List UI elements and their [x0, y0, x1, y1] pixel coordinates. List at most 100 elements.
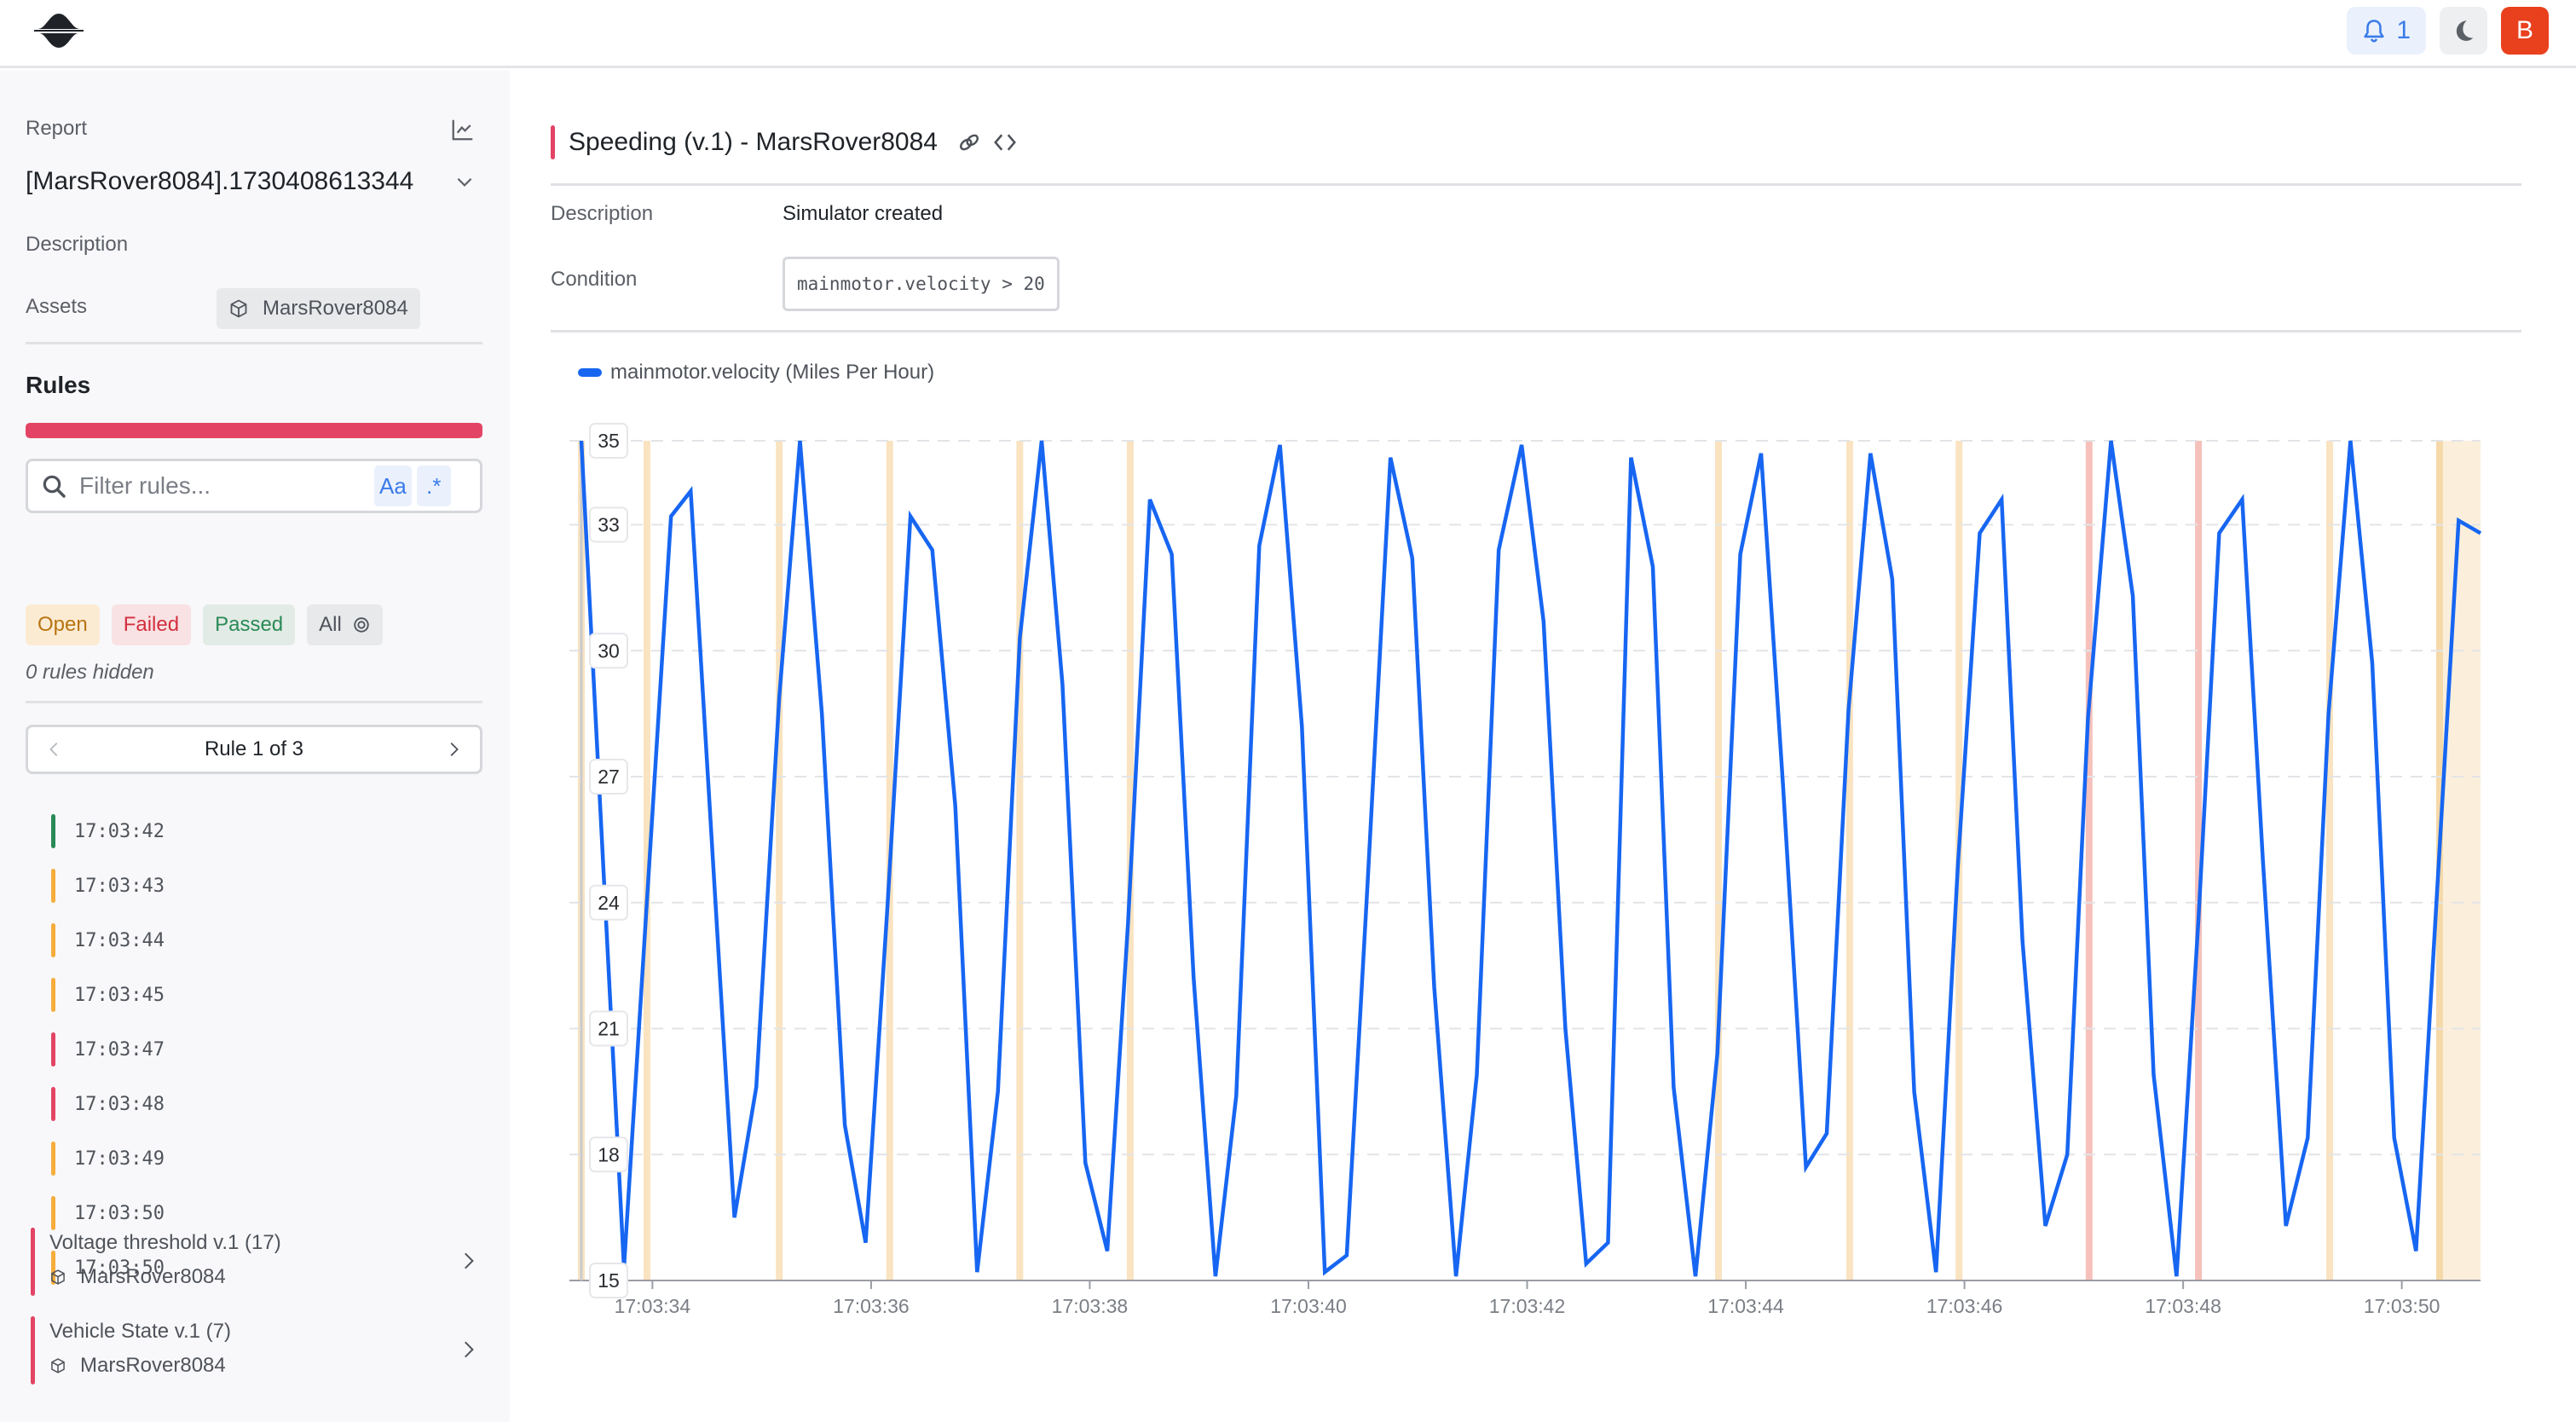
- occurrence-item[interactable]: 17:03:47: [51, 1022, 482, 1077]
- occurrence-item[interactable]: 17:03:48: [51, 1077, 482, 1131]
- cube-icon: [51, 1269, 65, 1285]
- theme-toggle-button[interactable]: [2440, 7, 2487, 55]
- y-tick: 21: [589, 1010, 628, 1047]
- rule-asset-name: MarsRover8084: [80, 1354, 226, 1377]
- y-axis: 15 18 21 24 27 30 33 35: [589, 423, 628, 1298]
- notifications-button[interactable]: 1: [2347, 7, 2426, 55]
- y-tick: 33: [589, 506, 628, 543]
- top-bar: 1 B: [0, 0, 2576, 68]
- user-avatar[interactable]: B: [2501, 7, 2549, 55]
- chevron-left-icon: [49, 743, 58, 756]
- occurrence-item[interactable]: 17:03:43: [51, 858, 482, 913]
- rule-item-vehicle-state[interactable]: Vehicle State v.1 (7) MarsRover8084: [31, 1316, 482, 1384]
- match-case-toggle[interactable]: Aa: [374, 465, 412, 506]
- grid-lines: [569, 440, 2481, 1281]
- occurrence-time: 17:03:47: [74, 1038, 165, 1061]
- occurrence-time: 17:03:48: [74, 1093, 165, 1115]
- rule-asset: MarsRover8084: [49, 1354, 226, 1378]
- rule-name: Vehicle State v.1 (7): [49, 1320, 231, 1343]
- filter-passed-chip[interactable]: Passed: [203, 604, 296, 645]
- filter-open-chip[interactable]: Open: [26, 604, 100, 645]
- occurrence-time: 17:03:49: [74, 1147, 165, 1170]
- y-tick: 30: [589, 633, 628, 669]
- cube-icon: [230, 299, 247, 318]
- y-tick-label: 27: [598, 766, 620, 788]
- rule-name: Voltage threshold v.1 (17): [49, 1231, 281, 1254]
- x-tick-label: 17:03:36: [833, 1295, 910, 1317]
- occurrence-time: 17:03:43: [74, 875, 165, 897]
- status-marker: [51, 869, 55, 903]
- x-tick-label: 17:03:48: [2145, 1295, 2221, 1317]
- report-select[interactable]: [MarsRover8084].1730408613344: [26, 163, 482, 200]
- sidebar: Report [MarsRover8084].1730408613344 Des…: [0, 71, 510, 1422]
- status-marker: [51, 1142, 55, 1176]
- status-marker: [51, 814, 55, 848]
- assets-label: Assets: [26, 295, 88, 318]
- y-tick-label: 18: [598, 1143, 620, 1165]
- chevron-right-icon: [450, 743, 459, 756]
- rule-pager: Rule 1 of 3: [26, 725, 482, 774]
- y-tick-label: 24: [598, 892, 620, 914]
- previous-rule-button[interactable]: [42, 737, 67, 762]
- report-name: [MarsRover8084].1730408613344: [26, 167, 414, 195]
- y-tick-label: 21: [598, 1018, 620, 1040]
- x-tick-label: 17:03:50: [2364, 1295, 2440, 1317]
- x-tick-label: 17:03:40: [1270, 1295, 1347, 1317]
- filter-rules-input[interactable]: [79, 472, 369, 500]
- occurrence-time: 17:03:45: [74, 984, 165, 1006]
- line-chart-icon[interactable]: [450, 117, 476, 142]
- hidden-rules-note: 0 rules hidden: [26, 661, 154, 684]
- y-tick-label: 15: [598, 1269, 620, 1292]
- next-rule-button[interactable]: [441, 737, 466, 762]
- occurrence-item[interactable]: 17:03:44: [51, 913, 482, 968]
- occurrence-item[interactable]: 17:03:49: [51, 1131, 482, 1186]
- status-marker: [31, 1228, 35, 1296]
- rule-asset: MarsRover8084: [49, 1265, 226, 1289]
- y-tick: 27: [589, 759, 628, 795]
- moon-icon: [2456, 20, 2474, 41]
- asset-chip[interactable]: MarsRover8084: [217, 288, 420, 329]
- asset-name: MarsRover8084: [263, 297, 408, 320]
- y-tick-label: 35: [598, 430, 620, 452]
- occurrence-list: 17:03:42 17:03:43 17:03:44 17:03:45 17:0…: [51, 804, 482, 1295]
- regex-toggle[interactable]: .*: [416, 465, 451, 506]
- eye-icon: [354, 617, 369, 633]
- y-tick-label: 33: [598, 514, 620, 536]
- rules-status-bar: [26, 423, 482, 438]
- occurrence-time: 17:03:50: [74, 1202, 165, 1224]
- description-label: Description: [26, 233, 129, 256]
- status-marker: [51, 923, 55, 957]
- filter-all-chip[interactable]: All: [307, 604, 383, 645]
- x-tick-label: 17:03:46: [1926, 1295, 2003, 1317]
- chevron-right-icon: [465, 1252, 474, 1269]
- y-tick: 15: [589, 1263, 628, 1298]
- cube-icon: [51, 1358, 65, 1373]
- chevron-down-icon: [457, 177, 472, 187]
- velocity-chart[interactable]: 17:03:34 17:03:36 17:03:38 17:03:40 17:03:42…: [510, 71, 2576, 1422]
- occurrence-item[interactable]: 17:03:45: [51, 968, 482, 1022]
- filter-failed-chip[interactable]: Failed: [111, 604, 192, 645]
- rule-asset-name: MarsRover8084: [80, 1265, 226, 1288]
- chevron-right-icon: [465, 1341, 474, 1358]
- search-icon: [43, 475, 66, 498]
- y-tick-label: 30: [598, 639, 620, 662]
- status-marker: [51, 978, 55, 1012]
- pager-label: Rule 1 of 3: [204, 737, 304, 760]
- notification-count: 1: [2396, 16, 2411, 44]
- occurrence-time: 17:03:42: [74, 820, 165, 842]
- y-tick: 35: [589, 423, 628, 459]
- divider: [26, 342, 482, 344]
- main-panel: Speeding (v.1) - MarsRover8084 Descripti…: [510, 71, 2576, 1422]
- y-tick: 18: [589, 1136, 628, 1173]
- status-filters: Open Failed Passed All: [26, 604, 383, 645]
- filter-rules-field: Aa .*: [26, 459, 482, 513]
- status-marker: [51, 1196, 55, 1230]
- app-logo-icon[interactable]: [34, 12, 84, 49]
- x-tick-label: 17:03:44: [1707, 1295, 1784, 1317]
- y-tick: 24: [589, 884, 628, 921]
- rules-title: Rules: [26, 372, 91, 398]
- rule-item-voltage-threshold[interactable]: Voltage threshold v.1 (17) MarsRover8084: [31, 1228, 482, 1296]
- x-tick-label: 17:03:42: [1489, 1295, 1566, 1317]
- status-marker: [51, 1087, 55, 1121]
- occurrence-item[interactable]: 17:03:42: [51, 804, 482, 858]
